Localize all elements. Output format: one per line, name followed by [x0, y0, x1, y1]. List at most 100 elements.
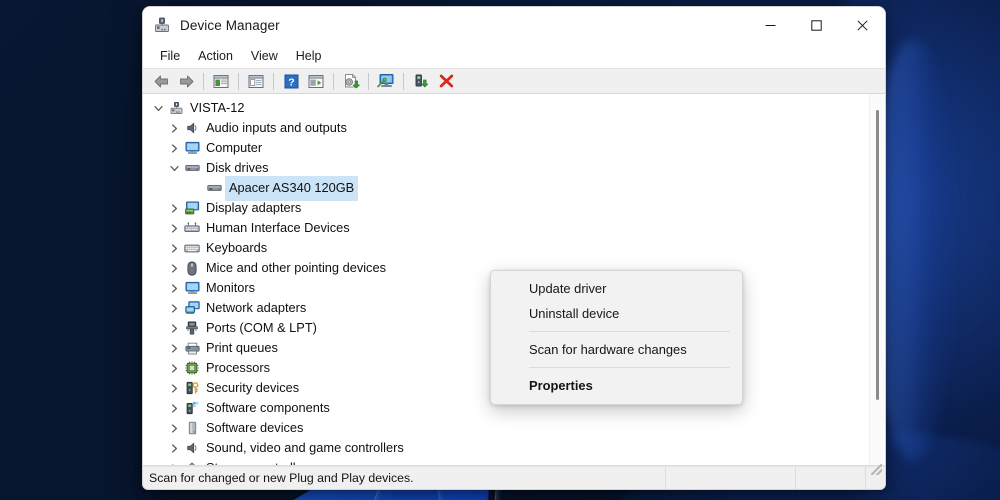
chevron-right-icon[interactable]: [165, 358, 183, 378]
device-tree-panel: VISTA-12Audio inputs and outputsComputer…: [143, 94, 885, 466]
tree-node[interactable]: VISTA-12: [143, 98, 885, 118]
maximize-button[interactable]: [793, 7, 839, 43]
chevron-right-icon[interactable]: [165, 438, 183, 458]
chevron-right-icon[interactable]: [165, 258, 183, 278]
toolbar-separator: [273, 73, 274, 90]
menu-view[interactable]: View: [242, 46, 287, 66]
tree-node-label: VISTA-12: [190, 98, 245, 118]
chevron-right-icon[interactable]: [165, 138, 183, 158]
tree-node[interactable]: Audio inputs and outputs: [143, 118, 885, 138]
tree-node[interactable]: Software devices: [143, 418, 885, 438]
scrollbar-thumb[interactable]: [876, 110, 879, 400]
chevron-right-icon[interactable]: [165, 398, 183, 418]
tree-node[interactable]: Keyboards: [143, 238, 885, 258]
monitor-icon: [183, 280, 201, 296]
tree-node[interactable]: Disk drives: [143, 158, 885, 178]
storage-controller-icon: [183, 460, 201, 465]
tree-node-label: Software devices: [206, 418, 303, 438]
twisty-empty: [187, 178, 205, 198]
properties-icon[interactable]: [244, 70, 268, 92]
tree-node-label: Keyboards: [206, 238, 267, 258]
toolbar: ?: [143, 68, 885, 94]
vertical-scrollbar[interactable]: [869, 94, 884, 465]
chevron-right-icon[interactable]: [165, 298, 183, 318]
context-menu-item-properties[interactable]: Properties: [491, 373, 742, 398]
context-menu-item-scan-for-hardware-changes[interactable]: Scan for hardware changes: [491, 337, 742, 362]
context-menu-separator: [529, 331, 730, 332]
show-hide-console-tree-icon[interactable]: [209, 70, 233, 92]
tree-node[interactable]: Sound, video and game controllers: [143, 438, 885, 458]
chevron-right-icon[interactable]: [165, 418, 183, 438]
software-component-icon: [183, 400, 201, 416]
toolbar-separator: [333, 73, 334, 90]
update-driver-icon[interactable]: [339, 70, 363, 92]
chevron-right-icon[interactable]: [165, 318, 183, 338]
mouse-icon: [183, 260, 201, 276]
chevron-right-icon[interactable]: [165, 378, 183, 398]
software-device-icon: [183, 420, 201, 436]
security-device-icon: [183, 380, 201, 396]
tree-node-label: Software components: [206, 398, 330, 418]
keyboard-icon: [183, 240, 201, 256]
menu-help[interactable]: Help: [287, 46, 331, 66]
chevron-right-icon[interactable]: [165, 118, 183, 138]
network-adapter-icon: [183, 300, 201, 316]
tree-node[interactable]: Apacer AS340 120GB: [143, 178, 885, 198]
scan-for-hardware-changes-icon[interactable]: [374, 70, 398, 92]
disk-drive-icon: [205, 180, 223, 196]
view-icon[interactable]: [304, 70, 328, 92]
tree-node-label: Display adapters: [206, 198, 301, 218]
tree-node-label: Apacer AS340 120GB: [226, 177, 357, 200]
toolbar-separator: [403, 73, 404, 90]
printer-icon: [183, 340, 201, 356]
status-pane-2: [666, 467, 796, 489]
chevron-right-icon[interactable]: [165, 278, 183, 298]
chevron-down-icon[interactable]: [165, 158, 183, 178]
tree-node-label: Sound, video and game controllers: [206, 438, 404, 458]
window-titlebar[interactable]: Device Manager: [143, 7, 885, 43]
tree-node-label: Computer: [206, 138, 262, 158]
tree-node-label: Monitors: [206, 278, 255, 298]
tree-node[interactable]: Storage controllers: [143, 458, 885, 465]
context-menu-item-update-driver[interactable]: Update driver: [491, 276, 742, 301]
device-manager-window: Device Manager File Action View Help: [142, 6, 886, 490]
chevron-right-icon[interactable]: [165, 238, 183, 258]
port-icon: [183, 320, 201, 336]
statusbar: Scan for changed or new Plug and Play de…: [143, 466, 885, 489]
speaker-icon: [183, 440, 201, 456]
tree-node[interactable]: Display adapters: [143, 198, 885, 218]
computer-root-icon: [167, 100, 185, 116]
hid-icon: [183, 220, 201, 236]
tree-node[interactable]: Human Interface Devices: [143, 218, 885, 238]
minimize-button[interactable]: [747, 7, 793, 43]
tree-node-label: Print queues: [206, 338, 278, 358]
context-menu: Update driver Uninstall device Scan for …: [490, 270, 743, 405]
context-menu-separator: [529, 367, 730, 368]
enable-device-icon[interactable]: [409, 70, 433, 92]
close-button[interactable]: [839, 7, 885, 43]
chevron-right-icon[interactable]: [165, 198, 183, 218]
chevron-right-icon[interactable]: [165, 338, 183, 358]
device-manager-icon: [153, 16, 171, 34]
svg-text:?: ?: [288, 76, 294, 88]
back-icon[interactable]: [149, 70, 173, 92]
toolbar-separator: [238, 73, 239, 90]
toolbar-separator: [203, 73, 204, 90]
menu-action[interactable]: Action: [189, 46, 242, 66]
tree-node[interactable]: Computer: [143, 138, 885, 158]
chevron-down-icon[interactable]: [149, 98, 167, 118]
help-icon[interactable]: ?: [279, 70, 303, 92]
status-pane-3: [796, 467, 866, 489]
chevron-right-icon[interactable]: [165, 458, 183, 465]
window-controls: [747, 7, 885, 43]
tree-node-label: Audio inputs and outputs: [206, 118, 347, 138]
forward-icon[interactable]: [174, 70, 198, 92]
uninstall-device-icon[interactable]: [434, 70, 458, 92]
tree-node-label: Security devices: [206, 378, 299, 398]
menubar: File Action View Help: [143, 43, 885, 68]
chevron-right-icon[interactable]: [165, 218, 183, 238]
processor-icon: [183, 360, 201, 376]
tree-node-label: Ports (COM & LPT): [206, 318, 317, 338]
menu-file[interactable]: File: [151, 46, 189, 66]
context-menu-item-uninstall-device[interactable]: Uninstall device: [491, 301, 742, 326]
